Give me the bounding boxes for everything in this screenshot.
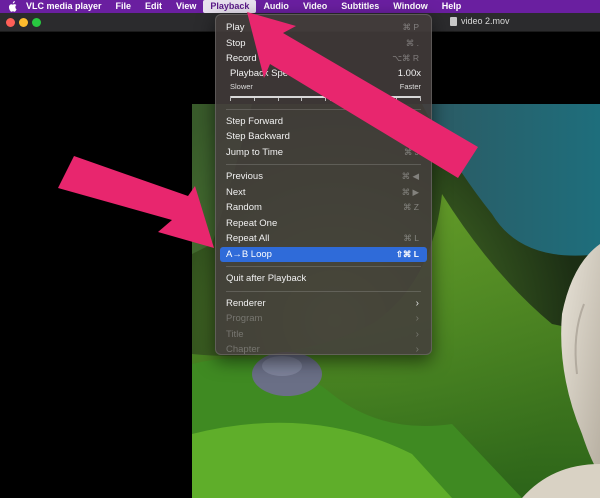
menu-item-previous[interactable]: Previous ⌘ ◀ (220, 169, 427, 185)
playback-speed-ticks (230, 97, 421, 102)
menu-item-record[interactable]: Record ⌥⌘ R (220, 51, 427, 67)
playback-speed-value: 1.00x (397, 67, 421, 79)
chevron-right-icon: › (415, 328, 419, 340)
playback-speed-knob[interactable] (330, 91, 336, 101)
shortcut-play: ⌘ P (402, 22, 419, 32)
menu-app-name[interactable]: VLC media player (24, 0, 109, 13)
menu-item-next[interactable]: Next ⌘ ▶ (220, 185, 427, 201)
apple-logo-icon[interactable] (0, 1, 24, 12)
shortcut-record: ⌥⌘ R (392, 53, 419, 63)
menu-item-random[interactable]: Random ⌘ Z (220, 200, 427, 216)
shortcut-stop: ⌘ . (405, 37, 419, 48)
playback-speed-label: Playback Speed (230, 67, 299, 79)
zoom-window-button[interactable] (32, 18, 41, 27)
menu-item-ab-loop[interactable]: A→B Loop ⇧⌘ L (220, 246, 427, 262)
menu-help[interactable]: Help (435, 0, 469, 13)
menu-item-renderer[interactable]: Renderer › (220, 296, 427, 312)
macos-menu-bar: VLC media player File Edit View Playback… (0, 0, 600, 13)
speed-normal-label: Normal (314, 81, 339, 91)
menu-item-stop[interactable]: Stop ⌘ . (220, 36, 427, 52)
shortcut-next: ⌘ ▶ (401, 186, 419, 197)
menu-separator (226, 290, 421, 292)
menu-item-title: Title › (220, 327, 427, 343)
speed-faster-label: Faster (399, 81, 421, 91)
window-title: video 2.mov (450, 16, 510, 26)
menu-window[interactable]: Window (386, 0, 434, 13)
shortcut-jump: ⌘ J (403, 146, 419, 157)
menu-item-step-backward[interactable]: Step Backward (220, 129, 427, 145)
menu-subtitles[interactable]: Subtitles (334, 0, 386, 13)
menu-item-quit-after-playback[interactable]: Quit after Playback (220, 271, 427, 287)
chevron-right-icon: › (415, 313, 419, 324)
shortcut-ab-loop: ⇧⌘ L (395, 248, 419, 259)
menu-video[interactable]: Video (296, 0, 334, 13)
menu-item-step-forward[interactable]: Step Forward (220, 114, 427, 130)
menu-item-jump-to-time[interactable]: Jump to Time ⌘ J (220, 145, 427, 161)
shortcut-random: ⌘ Z (402, 202, 419, 212)
chevron-right-icon: › (415, 297, 419, 309)
menu-separator (226, 266, 421, 267)
menu-playback[interactable]: Playback (203, 0, 257, 13)
playback-speed-control: Playback Speed 1.00x Slower Normal Faste… (220, 67, 427, 105)
minimize-window-button[interactable] (19, 18, 28, 27)
menu-separator (226, 108, 421, 110)
close-window-button[interactable] (6, 18, 15, 27)
menu-item-repeat-one[interactable]: Repeat One (220, 216, 427, 232)
document-icon (450, 16, 457, 26)
shortcut-repeat-all: ⌘ L (403, 233, 419, 243)
chevron-right-icon: › (415, 344, 419, 355)
menu-audio[interactable]: Audio (256, 0, 296, 13)
menu-item-play[interactable]: Play ⌘ P (220, 20, 427, 36)
menu-edit[interactable]: Edit (138, 0, 169, 13)
menu-item-program: Program › (220, 311, 427, 327)
shortcut-previous: ⌘ ◀ (401, 171, 419, 181)
menu-view[interactable]: View (169, 0, 203, 13)
playback-menu: Play ⌘ P Stop ⌘ . Record ⌥⌘ R Playback S… (215, 14, 432, 355)
window-title-text: video 2.mov (461, 16, 510, 26)
menu-file[interactable]: File (109, 0, 139, 13)
menu-item-repeat-all[interactable]: Repeat All ⌘ L (220, 231, 427, 247)
speed-slower-label: Slower (230, 81, 253, 91)
menu-separator (226, 164, 421, 165)
menu-item-chapter: Chapter › (220, 342, 427, 358)
